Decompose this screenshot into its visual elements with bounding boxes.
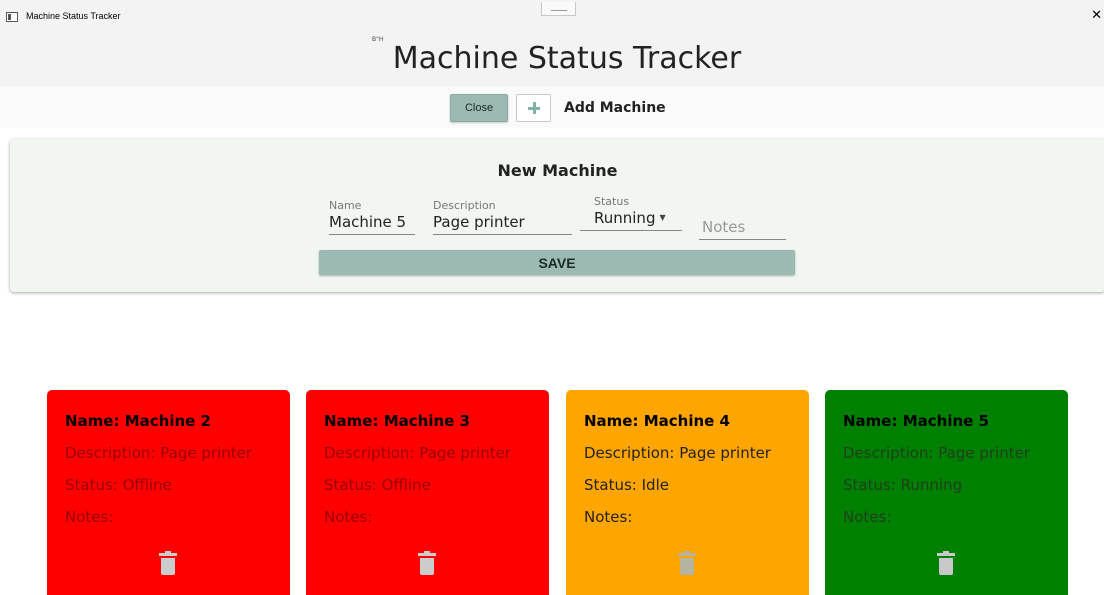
name-field[interactable]: Name Machine 5 [329,199,415,235]
trash-icon[interactable] [159,551,177,575]
machine-status: Status: Idle [584,476,669,494]
name-label: Name [329,199,362,212]
machine-name: Name: Machine 2 [65,412,211,430]
status-value: Running [594,209,656,227]
save-button[interactable]: SAVE [319,250,795,275]
machine-description: Description: Page printer [584,444,771,462]
status-label: Status [594,195,630,208]
machine-card: Name: Machine 5 Description: Page printe… [825,390,1068,595]
machine-name: Name: Machine 3 [324,412,470,430]
machine-notes: Notes: [584,508,633,526]
new-machine-panel: New Machine Name Machine 5 Description P… [10,139,1104,292]
description-label: Description [433,199,496,212]
machine-description: Description: Page printer [324,444,511,462]
machine-notes: Notes: [324,508,373,526]
toolbar: Close Add Machine [0,86,1104,128]
close-button[interactable]: Close [450,94,508,122]
machine-description: Description: Page printer [843,444,1030,462]
form-title: New Machine [497,161,618,180]
name-input[interactable]: Machine 5 [329,213,415,235]
machine-notes: Notes: [843,508,892,526]
machine-notes: Notes: [65,508,114,526]
window-title: Machine Status Tracker [26,11,121,21]
machine-description: Description: Page printer [65,444,252,462]
machine-status: Status: Offline [65,476,172,494]
add-machine-label: Add Machine [564,100,666,116]
machine-status: Status: Offline [324,476,431,494]
machine-card: Name: Machine 4 Description: Page printe… [566,390,809,595]
add-machine-button[interactable] [516,94,551,122]
chevron-down-icon: ▼ [659,213,666,222]
machine-card: Name: Machine 2 Description: Page printe… [47,390,290,595]
machine-name: Name: Machine 4 [584,412,730,430]
app-window-icon [6,12,18,22]
drag-handle[interactable] [541,2,576,16]
window-titlebar[interactable]: Machine Status Tracker ✕ [0,0,1104,34]
trash-icon[interactable] [937,551,955,575]
notes-input[interactable]: Notes [699,218,786,240]
trash-icon[interactable] [678,551,696,575]
status-value-wrap[interactable]: Running ▼ [580,209,682,231]
window-close-icon[interactable]: ✕ [1091,9,1102,23]
description-input[interactable]: Page printer [433,213,572,235]
description-field[interactable]: Description Page printer [433,199,572,235]
machine-status: Status: Running [843,476,963,494]
machine-name: Name: Machine 5 [843,412,989,430]
trash-icon[interactable] [418,551,436,575]
page-title: Machine Status Tracker [392,41,742,76]
status-select[interactable]: Status Running ▼ [580,195,682,231]
notes-field[interactable]: Notes [699,217,786,240]
machine-card: Name: Machine 3 Description: Page printe… [306,390,549,595]
app-header: B"H Machine Status Tracker [0,34,1104,86]
